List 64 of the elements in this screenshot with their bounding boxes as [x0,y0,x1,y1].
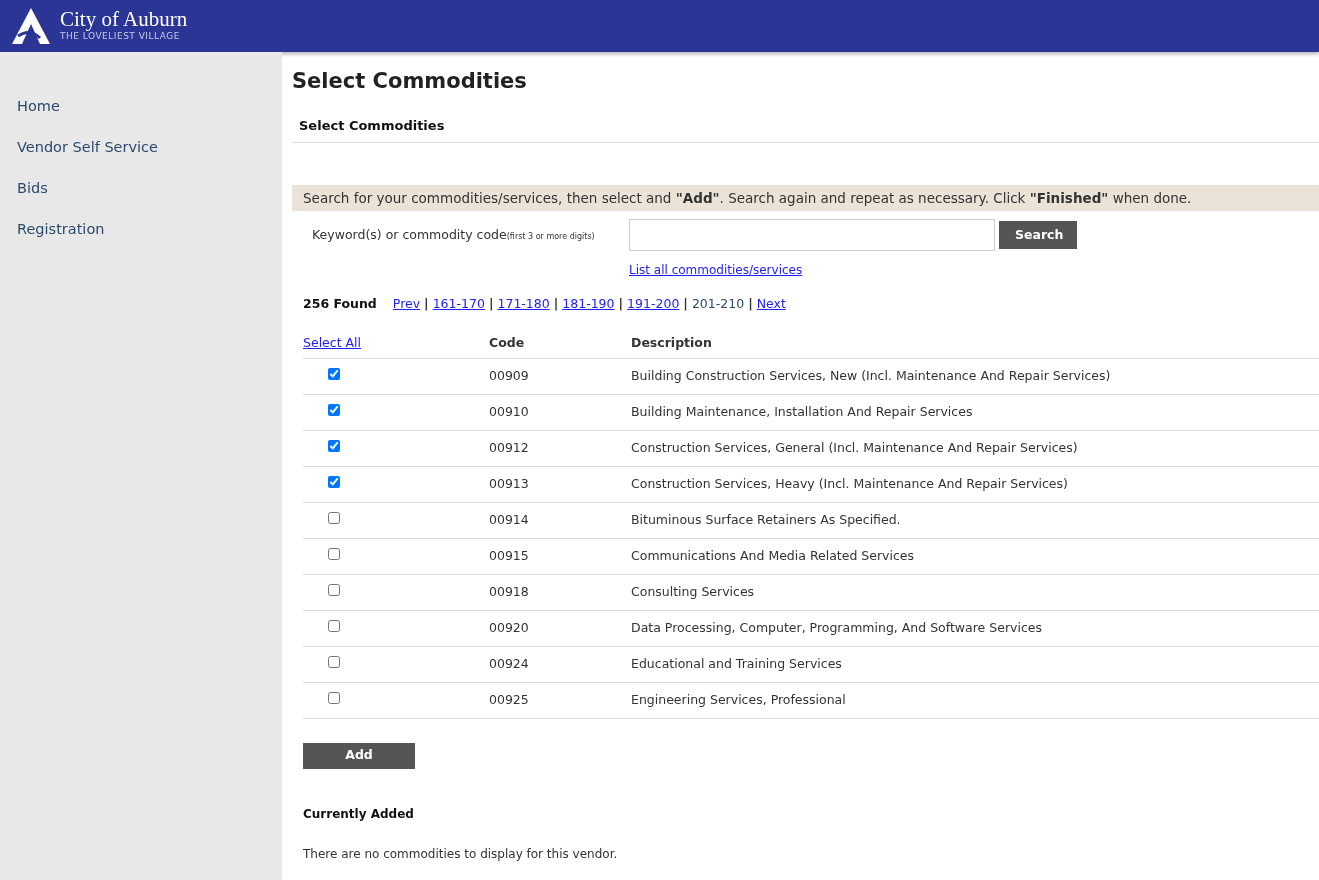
list-all-link[interactable]: List all commodities/services [629,263,803,278]
row-checkbox[interactable] [328,403,340,416]
description-cell: Consulting Services [631,583,755,599]
page-link[interactable]: 161-170 [432,295,485,314]
add-button[interactable]: Add [303,742,415,769]
current-page: 201-210 [691,295,745,314]
separator: | [553,295,559,314]
search-label: Keyword(s) or commodity code(first 3 or more digits) [312,225,596,244]
page-link[interactable]: 181-190 [562,295,615,314]
row-checkbox[interactable] [328,511,340,524]
row-checkbox[interactable] [328,583,340,596]
code-cell: 00920 [489,619,529,635]
separator: | [748,295,753,314]
row-checkbox[interactable] [328,367,340,380]
code-cell: 00913 [489,475,529,491]
description-cell: Engineering Services, Professional [631,691,846,707]
row-checkbox[interactable] [328,655,340,668]
currently-added-heading: Currently Added [303,805,415,823]
description-cell: Educational and Training Services [631,655,842,671]
select-all-link[interactable]: Select All [303,335,362,351]
description-cell: Data Processing, Computer, Programming, And Software Services [631,619,1042,635]
sidebar-link[interactable]: Vendor Self Service [0,137,282,178]
column-header: Description [631,335,712,351]
code-cell: 00914 [489,511,529,527]
search-field[interactable] [629,219,995,252]
sidebar-link[interactable]: Bids [0,178,282,219]
site-tagline: THE LOVELIEST VILLAGE [60,30,181,43]
site-title: City of Auburn [60,8,188,30]
code-cell: 00918 [489,583,529,599]
page-title: Select Commodities [292,68,528,95]
description-cell: Construction Services, General (Incl. Maintenance And Repair Services) [631,439,1078,455]
separator: | [488,295,494,314]
row-checkbox[interactable] [328,619,340,632]
code-cell: 00925 [489,691,529,707]
empty-message: There are no commodities to display for this vendor. [303,845,619,863]
code-cell: 00910 [489,403,529,419]
page-link[interactable]: 171-180 [497,295,550,314]
logo-icon [10,6,52,46]
description-cell: Construction Services, Heavy (Incl. Maintenance And Repair Services) [631,475,1068,491]
description-cell: Communications And Media Related Services [631,547,915,563]
description-cell: Building Construction Services, New (Incl. Maintenance And Repair Services) [631,367,1111,383]
sidebar-link[interactable]: Registration [0,219,282,260]
page-link[interactable]: Next [756,295,786,314]
section-title: Select Commodities [299,117,445,133]
separator: | [424,295,429,314]
column-header: Code [489,335,525,351]
search-button[interactable]: Search [999,221,1077,250]
row-checkbox[interactable] [328,439,340,452]
page-link[interactable]: Prev [392,295,421,314]
code-cell: 00912 [489,439,529,455]
row-checkbox[interactable] [328,691,340,704]
separator: | [618,295,624,314]
description-cell: Bituminous Surface Retainers As Specified. [631,511,901,527]
page-link[interactable]: 191-200 [627,295,680,314]
description-cell: Building Maintenance, Installation And Repair Services [631,403,973,419]
instructions-text: Search for your commodities/services, then select and "Add". Search again and repeat as necessary. Click "Finished" when done. [292,185,1319,212]
code-cell: 00909 [489,367,529,383]
row-checkbox[interactable] [328,547,340,560]
results-count: 256 Found [303,295,377,314]
code-cell: 00915 [489,547,529,563]
code-cell: 00924 [489,655,529,671]
row-checkbox[interactable] [328,475,340,488]
separator: | [683,295,688,314]
sidebar-link[interactable]: Home [0,96,282,137]
